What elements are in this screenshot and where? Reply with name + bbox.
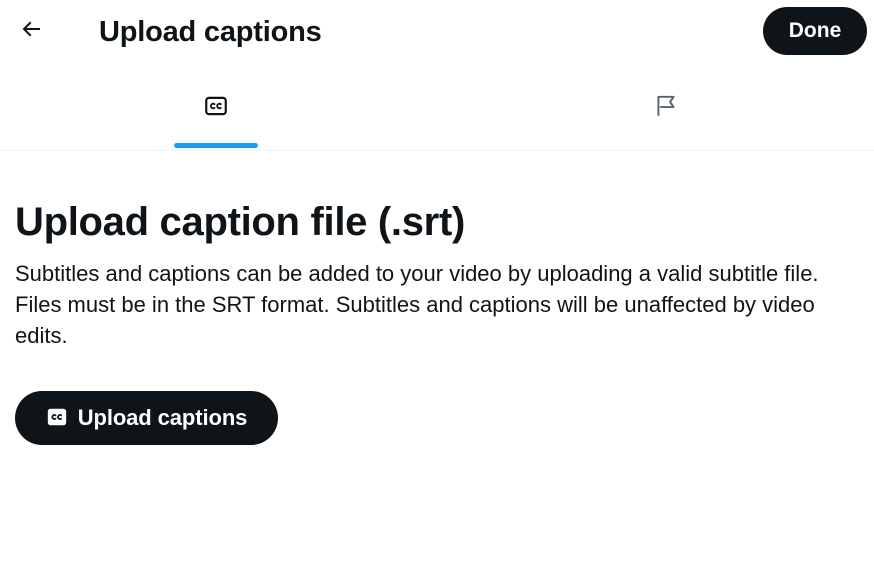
closed-captions-icon [203, 96, 229, 124]
flag-icon [653, 95, 679, 124]
upload-captions-button[interactable]: Upload captions [15, 391, 278, 445]
tab-flag[interactable] [600, 72, 732, 150]
done-button[interactable]: Done [763, 7, 867, 55]
tab-captions[interactable] [150, 72, 282, 150]
back-button[interactable] [12, 12, 50, 50]
tab-bar [0, 72, 874, 151]
page-title: Upload captions [99, 16, 322, 48]
active-tab-indicator [174, 143, 258, 148]
upload-captions-label: Upload captions [77, 405, 248, 430]
closed-captions-icon [46, 406, 68, 431]
description-text: Subtitles and captions can be added to y… [15, 261, 819, 348]
section-heading: Upload caption file (.srt) [15, 200, 465, 244]
header: Upload captions Done [0, 0, 874, 64]
upload-captions-dialog: Upload captions Done Upload caption file… [0, 0, 874, 584]
arrow-left-icon [19, 17, 43, 46]
